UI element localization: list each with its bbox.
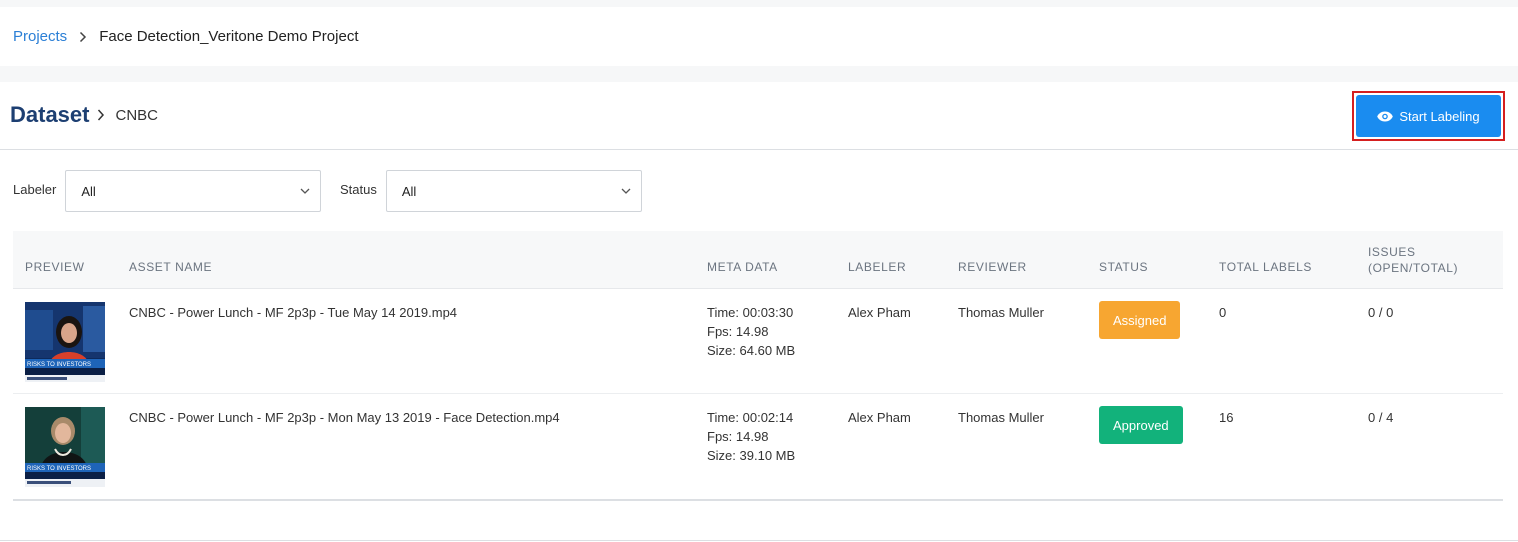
labeler-filter: Labeler All [13,170,322,212]
labeler-select[interactable]: All [65,170,322,212]
dataset-subtitle: CNBC [115,106,158,124]
reviewer-name: Thomas Muller [958,305,1044,320]
page-bottom-divider [0,540,1518,541]
video-thumbnail[interactable]: RISKS TO INVESTORS [25,302,105,382]
table-header: PREVIEW ASSET NAME META DATA LABELER REV… [13,231,1503,289]
status-select[interactable]: All [385,170,642,212]
section-divider [0,66,1518,82]
column-issues-line1: ISSUES [1368,245,1416,259]
breadcrumb-current: Face Detection_Veritone Demo Project [99,28,359,45]
column-reviewer[interactable]: REVIEWER [958,260,1027,274]
start-labeling-highlight: Start Labeling [1352,91,1505,141]
reviewer-name: Thomas Muller [958,410,1044,425]
start-labeling-label: Start Labeling [1399,108,1480,124]
dataset-title[interactable]: Dataset [10,102,89,128]
labeler-name: Alex Pham [848,305,911,320]
assets-table: PREVIEW ASSET NAME META DATA LABELER REV… [13,231,1503,501]
chevron-down-icon [300,188,310,194]
status-filter: Status All [340,170,642,212]
column-meta-data: META DATA [707,260,778,274]
table-row[interactable]: RISKS TO INVESTORS CNBC - Power Lunch - … [13,289,1503,394]
labeler-filter-label: Labeler [13,181,57,197]
breadcrumb: Projects Face Detection_Veritone Demo Pr… [0,7,1518,66]
issues-count: 0 / 0 [1368,305,1394,320]
column-preview: PREVIEW [25,260,85,274]
status-badge: Assigned [1099,301,1181,339]
column-total-labels[interactable]: TOTAL LABELS [1219,260,1312,274]
issues-count: 0 / 4 [1368,410,1394,425]
table-row[interactable]: RISKS TO INVESTORS CNBC - Power Lunch - … [13,394,1503,499]
status-badge: Approved [1099,406,1183,444]
meta-data: Time: 00:03:30 Fps: 14.98 Size: 64.60 MB [707,303,795,360]
meta-time: Time: 00:02:14 [707,410,794,425]
asset-name[interactable]: CNBC - Power Lunch - MF 2p3p - Mon May 1… [129,408,560,427]
column-asset-name[interactable]: ASSET NAME [129,260,212,274]
chevron-down-icon [621,188,631,194]
column-issues-line2: (OPEN/TOTAL) [1368,261,1459,275]
meta-fps: Fps: 14.98 [707,429,769,444]
total-labels: 16 [1219,410,1234,425]
top-strip [0,0,1518,7]
meta-data: Time: 00:02:14 Fps: 14.98 Size: 39.10 MB [707,408,795,465]
meta-size: Size: 39.10 MB [707,448,796,463]
thumbnail-caption: RISKS TO INVESTORS [27,362,91,368]
meta-size: Size: 64.60 MB [707,343,796,358]
asset-name[interactable]: CNBC - Power Lunch - MF 2p3p - Tue May 1… [129,303,457,322]
meta-time: Time: 00:03:30 [707,305,794,320]
column-status[interactable]: STATUS [1099,260,1148,274]
start-labeling-button[interactable]: Start Labeling [1356,95,1501,137]
eye-icon [1377,111,1394,121]
column-labeler[interactable]: LABELER [848,260,906,274]
column-issues[interactable]: ISSUES (OPEN/TOTAL) [1368,244,1458,276]
status-select-value: All [401,183,417,199]
labeler-name: Alex Pham [848,410,911,425]
video-thumbnail[interactable]: RISKS TO INVESTORS [25,407,105,487]
meta-fps: Fps: 14.98 [707,324,769,339]
thumbnail-caption: RISKS TO INVESTORS [27,466,91,472]
status-filter-label: Status [340,181,377,197]
total-labels: 0 [1219,305,1227,320]
chevron-right-icon [97,108,105,122]
labeler-select-value: All [81,183,96,199]
chevron-right-icon [79,31,87,43]
page-title: Dataset CNBC [10,102,158,128]
dataset-header: Dataset CNBC Start Labeling [0,82,1518,150]
breadcrumb-projects-link[interactable]: Projects [13,28,67,45]
